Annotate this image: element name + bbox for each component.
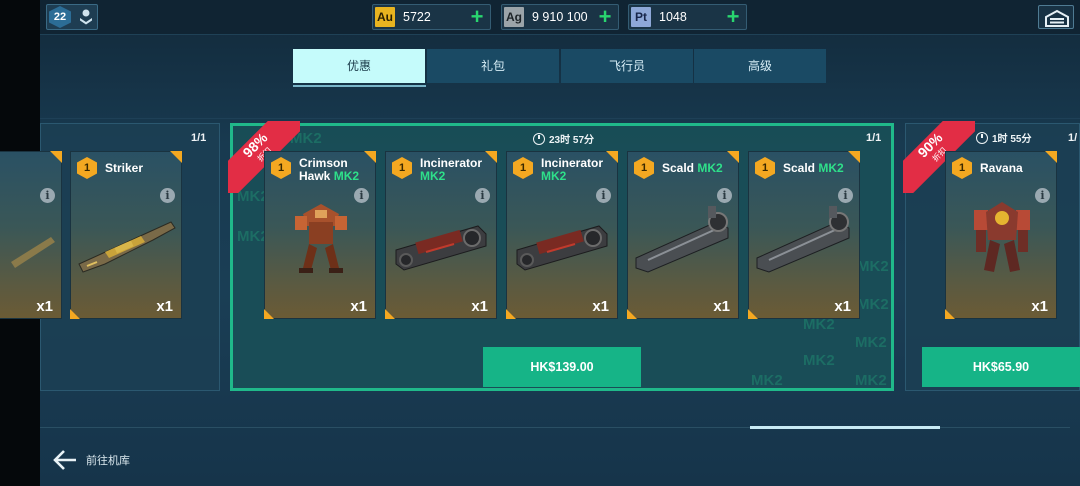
offer-count: 1/	[1068, 132, 1078, 144]
item-name: Striker	[105, 162, 175, 175]
item-name-text: Striker	[105, 161, 144, 175]
scrollbar-thumb[interactable]	[750, 426, 940, 429]
tab-deals[interactable]: 优惠	[293, 49, 425, 83]
mk2-watermark: MK2	[855, 372, 887, 389]
item-card-scald[interactable]: 1 Scald MK2 i x1	[748, 151, 860, 319]
level-badge: 22	[49, 6, 71, 28]
item-name-text: Scald	[662, 161, 695, 175]
garage-button[interactable]	[1038, 5, 1074, 29]
silver-amount: 9 910 100	[532, 10, 588, 24]
item-name: Crimson Hawk MK2	[299, 157, 369, 182]
item-quantity: x1	[592, 298, 609, 315]
incinerator-weapon-icon	[395, 225, 487, 271]
tier-badge: 1	[77, 157, 97, 179]
item-quantity: x1	[713, 298, 730, 315]
item-name: Scald MK2	[662, 162, 732, 175]
garage-icon	[1045, 9, 1069, 27]
item-quantity: x1	[1031, 298, 1048, 315]
mk2-label: MK2	[541, 168, 567, 183]
gold-resource: Au 5722 +	[372, 4, 491, 30]
offer-count: 1/1	[866, 132, 882, 144]
top-bar-divider	[40, 34, 1080, 35]
mk2-label: MK2	[697, 161, 723, 175]
back-to-garage-button[interactable]: 前往机库	[52, 448, 130, 472]
weapon-icon	[11, 237, 55, 268]
mk2-label: MK2	[333, 168, 360, 183]
player-level-button[interactable]: 22	[46, 4, 98, 30]
mk2-label: MK2	[818, 161, 844, 175]
gold-icon: Au	[375, 7, 395, 27]
mk2-watermark: MK2	[803, 352, 835, 369]
tier-badge: 1	[392, 157, 412, 179]
item-card-incinerator[interactable]: 1 Incinerator MK2 i x1	[506, 151, 618, 319]
item-quantity: x1	[834, 298, 851, 315]
tab-packs[interactable]: 礼包	[427, 49, 559, 83]
item-name-text: Scald	[783, 161, 816, 175]
offer-count: 1/1	[191, 132, 207, 144]
add-gold-button[interactable]: +	[468, 6, 486, 28]
mk2-watermark: MK2	[857, 258, 889, 275]
mk2-watermark: MK2	[857, 296, 889, 313]
scald-weapon-icon	[756, 206, 850, 273]
timer-text: 1时 55分	[992, 134, 1032, 145]
tier-badge: 1	[755, 157, 775, 179]
back-label: 前往机库	[86, 454, 130, 467]
active-tab-indicator	[293, 85, 426, 87]
buy-button-main[interactable]: HK$139.00	[483, 347, 641, 387]
item-card[interactable]: 1 Striker i x1	[70, 151, 182, 319]
item-name: Scald MK2	[783, 162, 853, 175]
item-name: Incinerator MK2	[420, 157, 490, 182]
silver-icon: Ag	[504, 7, 524, 27]
item-name-text: Ravana	[980, 161, 1023, 175]
item-quantity: x1	[350, 298, 367, 315]
ravana-robot-icon	[974, 202, 1030, 272]
platinum-icon: Pt	[631, 7, 651, 27]
clock-icon	[976, 131, 988, 144]
item-card-ravana[interactable]: 1 Ravana i x1	[945, 151, 1057, 319]
mk2-watermark: MK2	[855, 334, 887, 351]
arrow-left-icon	[53, 450, 76, 470]
rank-icon	[80, 9, 92, 25]
tab-pilots[interactable]: 飞行员	[561, 49, 693, 83]
tier-badge: 1	[634, 157, 654, 179]
timer-text: 23时 57分	[549, 135, 595, 146]
incinerator-weapon-icon	[516, 225, 608, 271]
tier-badge: 1	[952, 157, 972, 179]
scald-weapon-icon	[635, 206, 729, 273]
mk2-watermark: MK2	[751, 372, 783, 389]
mk2-label: MK2	[420, 168, 446, 183]
offer-timer: 1时 55分	[976, 130, 1031, 145]
item-card-incinerator[interactable]: 1 Incinerator MK2 i x1	[385, 151, 497, 319]
item-card[interactable]: i x1	[0, 151, 62, 319]
item-name: Ravana	[980, 162, 1050, 175]
add-silver-button[interactable]: +	[596, 6, 614, 28]
clock-icon	[533, 132, 545, 145]
tier-badge: 1	[271, 157, 291, 179]
item-name: Incinerator MK2	[541, 157, 611, 182]
platinum-resource: Pt 1048 +	[628, 4, 747, 30]
tabs-divider	[40, 118, 1080, 119]
gold-amount: 5722	[403, 10, 431, 24]
offer-timer: 23时 57分	[533, 131, 594, 146]
add-platinum-button[interactable]: +	[724, 6, 742, 28]
item-card-crimson-hawk[interactable]: 1 Crimson Hawk MK2 i x1	[264, 151, 376, 319]
buy-button-right[interactable]: HK$65.90	[922, 347, 1080, 387]
item-quantity: x1	[36, 298, 53, 315]
item-card-scald[interactable]: 1 Scald MK2 i x1	[627, 151, 739, 319]
platinum-amount: 1048	[659, 10, 687, 24]
crimson-hawk-robot-icon	[295, 204, 347, 273]
item-quantity: x1	[471, 298, 488, 315]
tier-badge: 1	[513, 157, 533, 179]
silver-resource: Ag 9 910 100 +	[501, 4, 619, 30]
tab-premium[interactable]: 高级	[694, 49, 826, 83]
striker-weapon-icon	[78, 221, 176, 273]
item-quantity: x1	[156, 298, 173, 315]
